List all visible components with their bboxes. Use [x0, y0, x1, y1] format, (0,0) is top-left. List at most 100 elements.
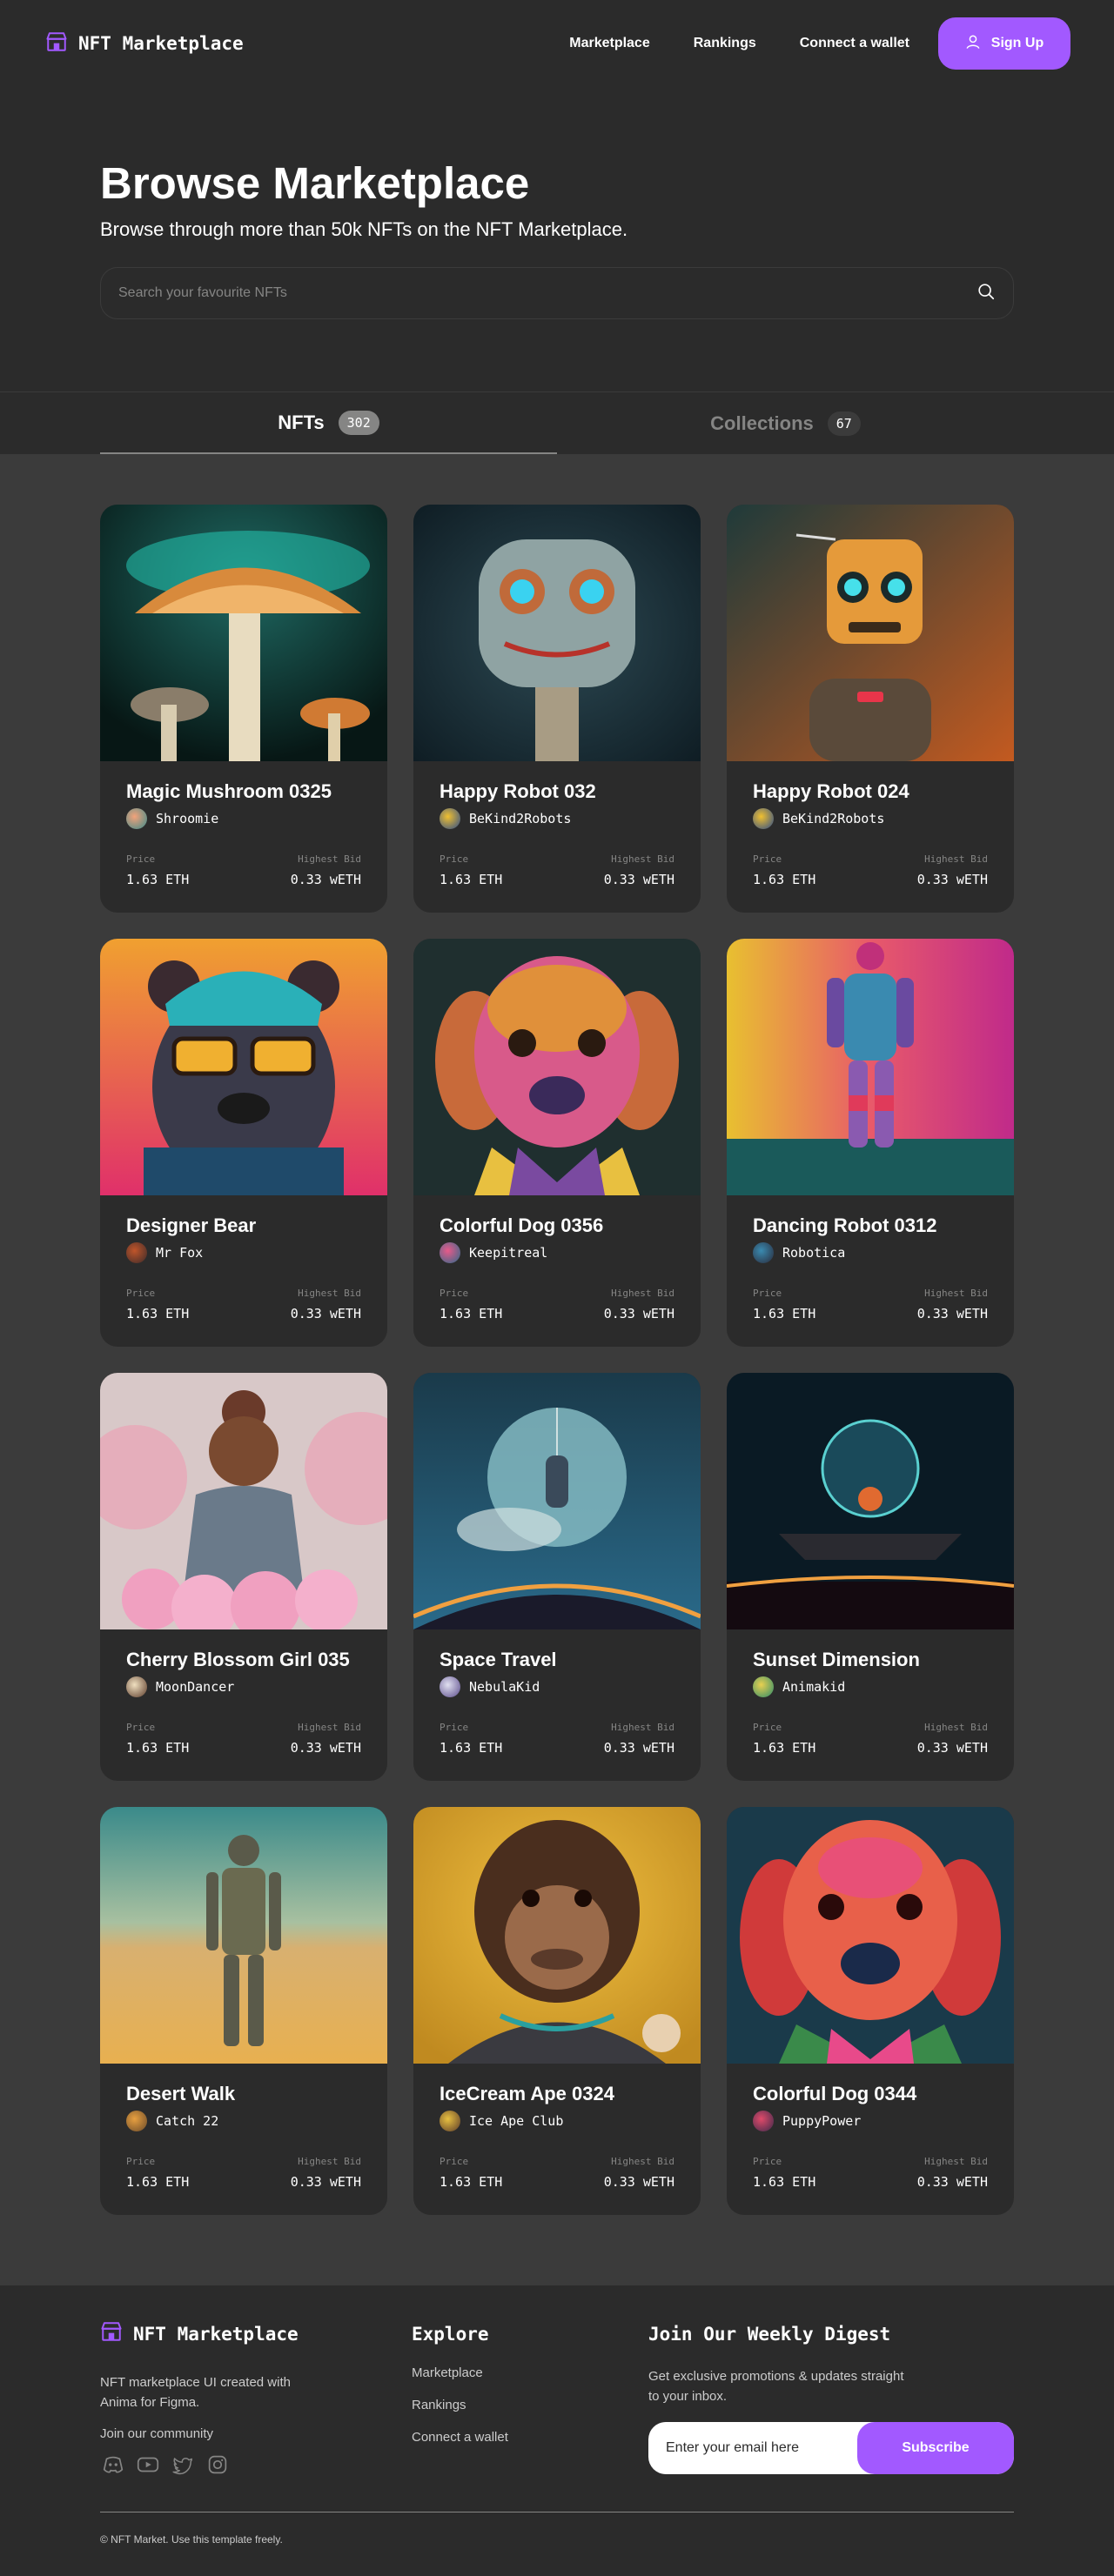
artist-info[interactable]: BeKind2Robots	[440, 808, 674, 829]
nft-title: Sunset Dimension	[753, 1649, 920, 1670]
artist-info[interactable]: NebulaKid	[440, 1676, 674, 1697]
price-label: Price	[440, 853, 469, 865]
instagram-icon[interactable]	[205, 2452, 231, 2482]
artist-name: Ice Ape Club	[469, 2113, 564, 2129]
tab-collections[interactable]: Collections 67	[557, 392, 1014, 454]
bid-column: Highest Bid 0.33 wETH	[917, 2156, 988, 2190]
price-value: 1.63 ETH	[440, 1306, 503, 1321]
nft-card[interactable]: Colorful Dog 0344 PuppyPower Price 1.63 …	[727, 1807, 1014, 2215]
price-label: Price	[440, 1288, 469, 1299]
highest-bid-value: 0.33 wETH	[916, 872, 988, 887]
price-value: 1.63 ETH	[126, 1306, 190, 1321]
artist-name: Keepitreal	[469, 1245, 548, 1261]
artist-info[interactable]: PuppyPower	[753, 2111, 988, 2131]
highest-bid-value: 0.33 wETH	[603, 1306, 674, 1321]
nft-image	[413, 505, 701, 761]
search-bar[interactable]: Search your favourite NFTs	[100, 267, 1014, 320]
nft-image	[100, 1373, 387, 1629]
artist-info[interactable]: Animakid	[753, 1676, 988, 1697]
avatar	[753, 2111, 774, 2131]
artist-info[interactable]: Shroomie	[126, 808, 361, 829]
nft-card[interactable]: Cherry Blossom Girl 035 MoonDancer Price…	[100, 1373, 387, 1781]
footer-link-marketplace[interactable]: Marketplace	[412, 2365, 508, 2380]
price-label: Price	[440, 1722, 469, 1733]
highest-bid-label: Highest Bid	[611, 1722, 674, 1733]
nft-image	[727, 505, 1014, 761]
avatar	[753, 808, 774, 829]
search-input[interactable]: Search your favourite NFTs	[118, 285, 976, 301]
nft-card[interactable]: Desert Walk Catch 22 Price 1.63 ETH High…	[100, 1807, 387, 2215]
nav-link-rankings[interactable]: Rankings	[672, 36, 778, 51]
twitter-icon[interactable]	[170, 2452, 196, 2482]
artist-name: Catch 22	[156, 2113, 219, 2129]
footer-description: NFT marketplace UI created with Anima fo…	[100, 2375, 291, 2410]
subscribe-button[interactable]: Subscribe	[857, 2422, 1014, 2474]
price-row: Price 1.63 ETH Highest Bid 0.33 wETH	[126, 853, 361, 887]
nft-card-body: Sunset Dimension Animakid Price 1.63 ETH…	[727, 1629, 1014, 1777]
price-column: Price 1.63 ETH	[440, 853, 502, 887]
artist-info[interactable]: MoonDancer	[126, 1676, 361, 1697]
email-field[interactable]	[648, 2440, 857, 2456]
artist-info[interactable]: Catch 22	[126, 2111, 361, 2131]
nft-card[interactable]: Dancing Robot 0312 Robotica Price 1.63 E…	[727, 939, 1014, 1347]
highest-bid-value: 0.33 wETH	[603, 872, 674, 887]
price-label: Price	[753, 853, 782, 865]
nft-card[interactable]: Designer Bear Mr Fox Price 1.63 ETH High…	[100, 939, 387, 1347]
tab-nfts[interactable]: NFTs 302	[100, 392, 557, 454]
avatar	[440, 1676, 460, 1697]
user-icon	[965, 34, 981, 54]
footer-logo[interactable]: NFT Marketplace	[100, 2320, 326, 2347]
nft-title: Colorful Dog 0356	[440, 1214, 604, 1236]
nft-card[interactable]: Space Travel NebulaKid Price 1.63 ETH Hi…	[413, 1373, 701, 1781]
search-icon[interactable]	[976, 282, 996, 305]
price-row: Price 1.63 ETH Highest Bid 0.33 wETH	[440, 1288, 674, 1321]
nft-card-body: Desert Walk Catch 22 Price 1.63 ETH High…	[100, 2064, 387, 2211]
artist-info[interactable]: Ice Ape Club	[440, 2111, 674, 2131]
nft-card[interactable]: IceCream Ape 0324 Ice Ape Club Price 1.6…	[413, 1807, 701, 2215]
footer-link-rankings[interactable]: Rankings	[412, 2398, 508, 2412]
artist-info[interactable]: Robotica	[753, 1242, 988, 1263]
price-value: 1.63 ETH	[753, 1740, 816, 1756]
artist-info[interactable]: Mr Fox	[126, 1242, 361, 1263]
brand-logo[interactable]: NFT Marketplace	[45, 30, 244, 57]
avatar	[126, 1242, 147, 1263]
social-links	[100, 2452, 326, 2482]
price-value: 1.63 ETH	[126, 2174, 190, 2190]
price-label: Price	[126, 1288, 156, 1299]
highest-bid-label: Highest Bid	[298, 2156, 361, 2167]
highest-bid-value: 0.33 wETH	[603, 1740, 674, 1756]
price-value: 1.63 ETH	[440, 872, 503, 887]
avatar	[440, 808, 460, 829]
nav-link-connect-wallet[interactable]: Connect a wallet	[778, 36, 931, 51]
artist-name: NebulaKid	[469, 1679, 540, 1695]
discord-icon[interactable]	[100, 2452, 126, 2482]
nft-card[interactable]: Magic Mushroom 0325 Shroomie Price 1.63 …	[100, 505, 387, 913]
youtube-icon[interactable]	[135, 2452, 161, 2482]
price-label: Price	[126, 1722, 156, 1733]
nft-card[interactable]: Happy Robot 032 BeKind2Robots Price 1.63…	[413, 505, 701, 913]
digest-heading: Join Our Weekly Digest	[648, 2324, 891, 2345]
nft-card[interactable]: Colorful Dog 0356 Keepitreal Price 1.63 …	[413, 939, 701, 1347]
sign-up-button[interactable]: Sign Up	[938, 17, 1070, 70]
price-label: Price	[753, 2156, 782, 2167]
highest-bid-value: 0.33 wETH	[603, 2174, 674, 2190]
nft-image	[727, 939, 1014, 1195]
footer-link-connect-wallet[interactable]: Connect a wallet	[412, 2430, 508, 2445]
price-value: 1.63 ETH	[440, 1740, 503, 1756]
artist-info[interactable]: Keepitreal	[440, 1242, 674, 1263]
highest-bid-value: 0.33 wETH	[290, 1740, 361, 1756]
page-subtitle: Browse through more than 50k NFTs on the…	[100, 218, 628, 241]
artist-info[interactable]: BeKind2Robots	[753, 808, 988, 829]
price-value: 1.63 ETH	[753, 1306, 816, 1321]
price-row: Price 1.63 ETH Highest Bid 0.33 wETH	[440, 1722, 674, 1756]
nft-card[interactable]: Happy Robot 024 BeKind2Robots Price 1.63…	[727, 505, 1014, 913]
avatar	[440, 1242, 460, 1263]
nft-card[interactable]: Sunset Dimension Animakid Price 1.63 ETH…	[727, 1373, 1014, 1781]
explore-heading: Explore	[412, 2324, 489, 2345]
bid-column: Highest Bid 0.33 wETH	[604, 853, 674, 887]
price-row: Price 1.63 ETH Highest Bid 0.33 wETH	[440, 853, 674, 887]
avatar	[126, 808, 147, 829]
copyright-text: © NFT Market. Use this template freely.	[100, 2533, 283, 2546]
nav-link-marketplace[interactable]: Marketplace	[547, 36, 672, 51]
nft-title: Magic Mushroom 0325	[126, 780, 332, 802]
